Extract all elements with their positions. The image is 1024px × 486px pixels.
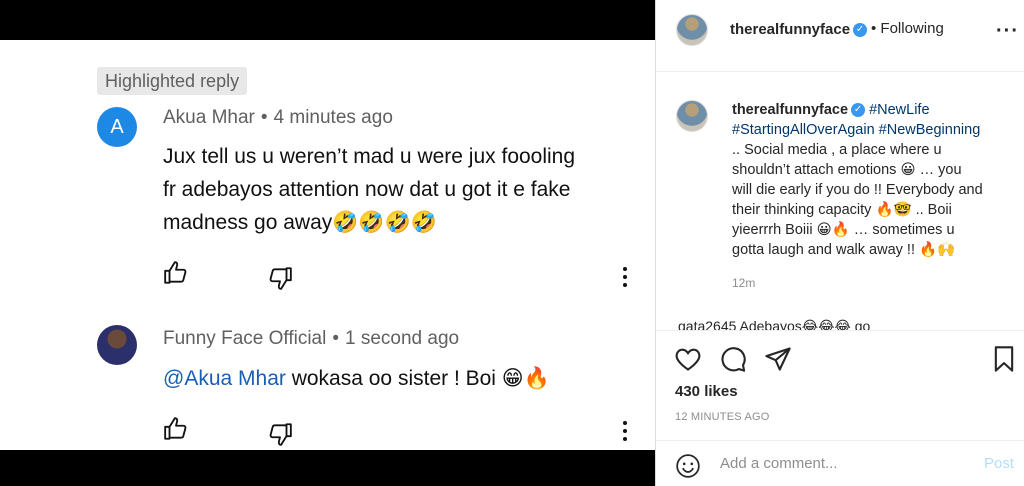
avatar[interactable] [676,14,708,46]
verified-badge-icon: ✓ [853,23,868,38]
comment-line: wokasa oo sister ! Boi 😁🔥 [285,367,550,390]
caption-line: yieerrrh Boiii 😀🔥 … sometimes u [732,222,955,238]
thumbs-down-icon[interactable] [267,421,293,447]
hashtag-link[interactable]: #StartingAllOverAgain #NewBeginning [732,122,980,138]
username-link[interactable]: therealfunnyface ✓ [730,21,868,38]
caption-line: .. Social media , a place where u [732,142,942,158]
comment-author[interactable]: Akua Mhar [163,107,255,128]
username[interactable]: therealfunnyface [730,21,850,38]
comment-author[interactable]: Funny Face Official [163,328,326,349]
caption-line: gotta laugh and walk away !! 🔥🙌 [732,242,956,258]
mention-link[interactable]: @Akua Mhar [163,367,286,390]
highlighted-reply-badge: Highlighted reply [97,67,248,95]
post-header: therealfunnyface ✓ • Following ··· [656,0,1024,72]
meta-separator: • [260,107,268,128]
more-vert-icon[interactable] [622,266,628,288]
peek-comment-text[interactable]: gata2645 Adebayos😂😂😂 go [678,318,870,330]
bookmark-icon[interactable] [990,345,1018,373]
verified-badge-icon: ✓ [851,103,866,118]
comment-body: @Akua Mhar wokasa oo sister ! Boi 😁🔥 [163,362,633,395]
thumbs-up-icon[interactable] [163,416,189,442]
more-horizontal-icon[interactable]: ··· [996,20,1019,43]
comment-line: Jux tell us u weren’t mad u were jux foo… [163,145,576,168]
avatar[interactable] [676,100,708,132]
youtube-comments: Highlighted reply A Akua Mhar • 4 minutes … [0,40,655,450]
comment-time[interactable]: 1 second ago [345,328,459,349]
comment-body: Jux tell us u weren’t mad u were jux foo… [163,140,633,239]
caption-line: will die early if you do !! Everybody an… [732,182,983,198]
post-actions: 430 likes 12 MINUTES AGO [656,330,1024,435]
instagram-panel: therealfunnyface ✓ • Following ··· therea… [655,0,1024,486]
comment-meta: Funny Face Official • 1 second ago [163,328,459,350]
hashtag-link[interactable]: #NewLife [869,102,929,118]
comment-bar: Add a comment... Post [656,440,1024,486]
post-caption: therealfunnyface ✓ #NewLife #StartingAllO… [732,100,1012,260]
comment-meta: Akua Mhar • 4 minutes ago [163,107,393,129]
post-button[interactable]: Post [984,455,1014,472]
avatar[interactable]: A [97,107,137,147]
likes-count[interactable]: 430 likes [675,383,738,400]
heart-icon[interactable] [674,345,702,373]
youtube-comment-image: Highlighted reply A Akua Mhar • 4 minutes … [0,0,655,486]
comment-icon[interactable] [719,345,747,373]
avatar[interactable] [97,325,137,365]
share-icon[interactable] [764,345,792,373]
comment-time[interactable]: 4 minutes ago [274,107,393,128]
caption-line: shouldn’t attach emotions 😀 … you [732,162,962,178]
comment-line: fr adebayos attention now dat u got it e… [163,178,571,201]
thumbs-up-icon[interactable] [163,260,189,286]
thumbs-down-icon[interactable] [267,265,293,291]
post-timestamp[interactable]: 12 MINUTES AGO [675,411,770,423]
caption-time[interactable]: 12m [732,276,755,290]
meta-separator: • [332,328,339,349]
emoji-icon[interactable] [675,453,701,479]
following-button[interactable]: • Following [871,20,944,37]
comment-line: madness go away🤣🤣🤣🤣 [163,211,437,234]
caption-line: their thinking capacity 🔥🤓 .. Boii [732,202,952,218]
comment-input[interactable]: Add a comment... [720,455,838,472]
next-comment-peek: gata2645 Adebayos😂😂😂 go [656,312,1024,330]
more-vert-icon[interactable] [622,420,628,442]
caption-username[interactable]: therealfunnyface [732,102,848,118]
